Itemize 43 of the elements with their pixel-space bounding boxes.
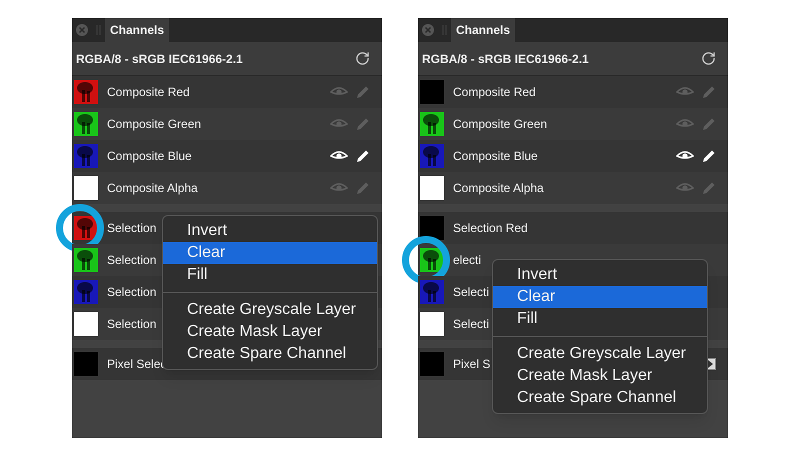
- panel-tab[interactable]: Channels: [105, 18, 170, 42]
- channel-name: Composite Alpha: [107, 180, 198, 197]
- menu-item[interactable]: Create Greyscale Layer: [493, 343, 707, 365]
- pencil-icon[interactable]: [356, 149, 370, 163]
- menu-item[interactable]: Create Greyscale Layer: [163, 299, 377, 321]
- color-format: RGBA/8 - sRGB IEC61966-2.1: [76, 50, 243, 68]
- eye-icon[interactable]: [676, 150, 694, 162]
- refresh-icon[interactable]: [701, 51, 716, 66]
- menu-item[interactable]: Clear: [493, 286, 707, 308]
- channel-name: Selecti: [453, 316, 490, 333]
- channel-name: Pixel S: [453, 356, 490, 373]
- refresh-icon[interactable]: [355, 51, 370, 66]
- menu-item[interactable]: Clear: [163, 242, 377, 264]
- channel-name: Composite Red: [453, 84, 536, 101]
- menu-item[interactable]: Create Spare Channel: [493, 387, 707, 409]
- channel-name: Composite Alpha: [453, 180, 544, 197]
- pencil-icon[interactable]: [702, 149, 716, 163]
- menu-item[interactable]: Fill: [163, 264, 377, 286]
- channel-name: Selection: [107, 252, 156, 269]
- channel-name: Selection: [107, 220, 156, 237]
- channel-name: Selection: [107, 316, 156, 333]
- channel-name: electi: [453, 252, 482, 269]
- menu-item[interactable]: Invert: [163, 220, 377, 242]
- channel-name: Selection Red: [453, 220, 528, 237]
- menu-item[interactable]: Invert: [493, 264, 707, 286]
- channel-name: Selection: [107, 284, 156, 301]
- channel-name: Composite Blue: [453, 148, 538, 165]
- grip-icon[interactable]: [442, 24, 447, 36]
- channel-name: Composite Red: [107, 84, 190, 101]
- menu-item[interactable]: Create Spare Channel: [163, 343, 377, 365]
- close-icon[interactable]: [76, 24, 88, 36]
- color-format: RGBA/8 - sRGB IEC61966-2.1: [422, 50, 589, 68]
- grip-icon[interactable]: [96, 24, 101, 36]
- channel-name: Composite Green: [453, 116, 548, 133]
- eye-icon[interactable]: [330, 150, 348, 162]
- menu-item[interactable]: Create Mask Layer: [493, 365, 707, 387]
- channel-name: Composite Blue: [107, 148, 192, 165]
- close-icon[interactable]: [422, 24, 434, 36]
- channel-name: Selecti: [453, 284, 490, 301]
- menu-item[interactable]: Fill: [493, 308, 707, 330]
- menu-item[interactable]: Create Mask Layer: [163, 321, 377, 343]
- panel-tab[interactable]: Channels: [451, 18, 516, 42]
- channel-name: Composite Green: [107, 116, 202, 133]
